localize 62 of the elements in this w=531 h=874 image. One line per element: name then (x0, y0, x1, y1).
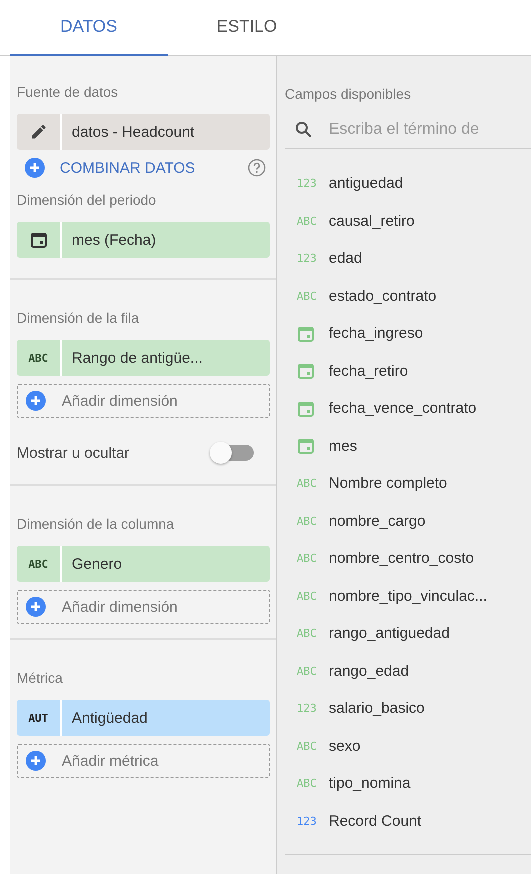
blend-data-link[interactable]: COMBINAR DATOS (60, 160, 248, 176)
type-label: ABC (28, 352, 48, 364)
type-label: 123 (297, 702, 317, 716)
field-item[interactable]: nombre_centro_costo (329, 550, 474, 568)
type-label: ABC (297, 214, 317, 228)
metric-chip[interactable]: AUT Antigüedad (17, 700, 270, 736)
toggle-label: Mostrar u ocultar (17, 444, 131, 462)
type-label: ABC (297, 740, 317, 753)
type-label: ABC (297, 290, 317, 303)
type-label: ABC (297, 627, 317, 640)
add-dimension-button[interactable]: Añadir dimensión (17, 590, 270, 624)
section-heading: Dimensión de la columna (17, 516, 174, 532)
section-heading: Campos disponibles (285, 86, 412, 102)
field-item[interactable]: Nombre completo (329, 475, 448, 492)
type-label: ABC (297, 777, 317, 790)
type-label: 123 (297, 252, 317, 266)
plus-icon (26, 391, 46, 411)
plus-icon (25, 158, 45, 178)
field-item[interactable]: rango_antiguedad (329, 625, 450, 642)
help-icon[interactable] (248, 159, 266, 177)
field-item[interactable]: salario_basico (329, 700, 425, 718)
field-item[interactable]: fecha_ingreso (329, 325, 424, 342)
add-metric-button[interactable]: Añadir métrica (17, 744, 270, 778)
period-dimension-chip[interactable]: mes (Fecha) (17, 222, 270, 258)
type-label: ABC (28, 558, 48, 570)
section-heading: Dimensión del periodo (17, 192, 156, 208)
field-item[interactable]: edad (329, 250, 362, 268)
type-label: AUT (28, 712, 48, 724)
section-heading: Fuente de datos (17, 84, 118, 100)
type-label: 123 (297, 814, 317, 828)
field-item[interactable]: nombre_cargo (329, 512, 426, 530)
field-item[interactable]: estado_contrato (329, 288, 437, 305)
field-item[interactable]: antiguedad (329, 175, 404, 192)
plus-icon (26, 597, 46, 617)
field-item[interactable]: mes (329, 438, 358, 455)
tab[interactable]: ESTILO (168, 0, 326, 56)
add-dimension-button[interactable]: Añadir dimensión (17, 384, 270, 418)
field-item[interactable]: causal_retiro (329, 212, 415, 230)
section-heading: Dimensión de la fila (17, 310, 140, 326)
calendar-icon (30, 231, 48, 249)
data-source-chip[interactable]: datos - Headcount (17, 114, 270, 150)
field-item[interactable]: rango_edad (329, 662, 410, 680)
field-item[interactable]: sexo (329, 738, 361, 755)
dimension-chip[interactable]: ABC Rango de antigüe... (17, 340, 270, 376)
search-icon (295, 121, 313, 139)
field-item[interactable]: fecha_retiro (329, 362, 408, 380)
section-heading: Métrica (17, 670, 63, 686)
field-item[interactable]: fecha_vence_contrato (329, 400, 477, 418)
search-field[interactable]: Escriba el término de (329, 121, 529, 139)
type-label: ABC (297, 552, 317, 566)
toggle-switch[interactable] (210, 442, 254, 464)
field-item[interactable]: nombre_tipo_vinculac... (329, 588, 488, 605)
type-label: ABC (297, 590, 317, 603)
pencil-icon (30, 123, 48, 141)
plus-icon (26, 751, 46, 771)
field-item[interactable]: Record Count (329, 812, 422, 830)
type-label: 123 (297, 177, 317, 190)
type-label: ABC (297, 514, 317, 528)
type-label: ABC (297, 664, 317, 678)
field-item[interactable]: tipo_nomina (329, 775, 411, 792)
dimension-chip[interactable]: ABC Genero (17, 546, 270, 582)
type-label: ABC (297, 477, 317, 490)
